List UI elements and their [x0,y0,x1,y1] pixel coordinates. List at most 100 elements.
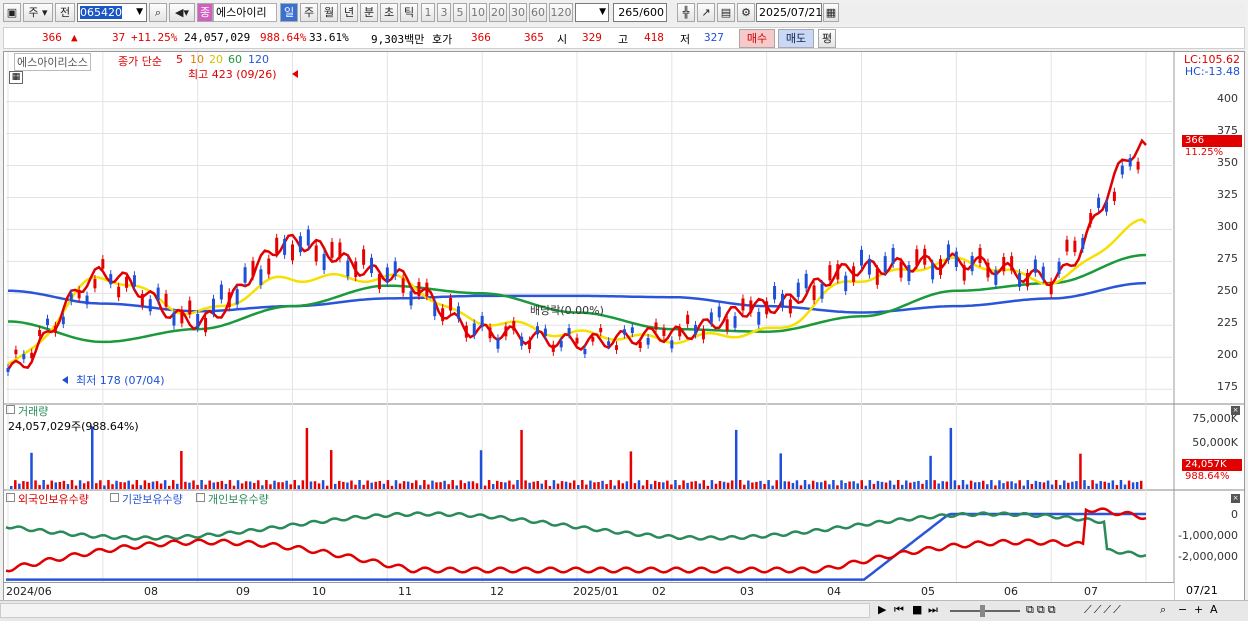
candle-body [417,282,421,296]
volume-bar [520,429,523,489]
foreign-holding-label[interactable]: 외국인보유수량 [18,491,89,507]
candle-body [219,284,223,300]
volume-bar [382,483,386,489]
close-icon[interactable]: × [1231,406,1240,415]
candle-body [322,254,326,271]
candle-body [638,341,642,348]
tick-option[interactable]: 20 [489,3,507,22]
candle-body [227,292,231,308]
candle-body [757,311,761,325]
unit-tick-button[interactable]: 틱 [400,3,418,22]
volume-bar [739,480,742,489]
tick-option[interactable]: 120 [549,3,573,22]
buy-button[interactable]: 매수 [739,29,775,48]
candle-body [409,291,413,306]
volume-bar [228,480,232,489]
tick-option[interactable]: 10 [469,3,487,22]
search-icon[interactable]: ⌕ [149,3,167,22]
draw-tool-icon[interactable]: ↗ [697,3,715,22]
candle-body [583,348,587,355]
tick-option[interactable]: 5 [453,3,467,22]
count-value: 265 [618,6,640,19]
volume-bar [1115,485,1119,489]
volume-bar [253,483,256,489]
zoom-out-icon[interactable]: − [1178,603,1187,616]
scroll-right-icon[interactable]: ▶ [878,603,886,616]
fast-forward-icon[interactable]: ⏭ [928,603,938,617]
candle-body [211,298,215,314]
retail-holding-label[interactable]: 개인보유수량 [208,491,269,507]
count-field[interactable]: 265/600 [613,3,667,22]
candle-icon[interactable]: ╬ [677,3,695,22]
volume-bar [1022,485,1025,489]
candle-body [828,265,832,281]
zoom-in-icon[interactable]: + [1194,603,1203,616]
unit-day-button[interactable]: 일 [280,3,298,22]
code-input[interactable]: 065420 ▼ [77,3,147,22]
grid-toggle-icon[interactable]: ▦ [9,71,23,84]
unit-second-button[interactable]: 초 [380,3,398,22]
zoom-slider-handle[interactable] [980,605,985,617]
font-size-icon[interactable]: A [1210,603,1218,616]
unit-minute-button[interactable]: 분 [360,3,378,22]
volume-bar [937,483,940,489]
inst-holding-label[interactable]: 기관보유수량 [122,491,183,507]
volume-bar [325,485,329,489]
sell-button[interactable]: 매도 [778,29,814,48]
stop-icon[interactable]: ■ [912,603,922,616]
horizontal-scrollbar[interactable] [0,603,870,618]
unit-week-button[interactable]: 주 [300,3,318,22]
tick-option[interactable]: 1 [421,3,435,22]
calendar-icon[interactable]: ▦ [823,3,839,22]
tick-custom-dropdown[interactable]: ▼ [575,3,609,22]
volume-bar [261,485,264,489]
volume-bar [945,481,949,489]
prev-button[interactable]: 전 [55,3,75,22]
rewind-icon[interactable]: ⏮ [894,603,904,617]
volume-bar [860,480,863,489]
volume-bar [1042,482,1046,489]
tick-option[interactable]: 3 [437,3,451,22]
volume-bar [783,481,787,489]
volume-bar [366,480,369,489]
search-icon[interactable]: ⌕ [1160,603,1166,617]
candle-body [820,283,824,299]
volume-bar [362,484,365,489]
gear-icon[interactable]: ⚙ [737,3,755,22]
ask-label: 호가 [432,33,453,46]
volume-bar [1131,482,1135,489]
price-legend-name[interactable]: 에스아이리소스 [14,53,91,71]
candle-body [449,297,453,311]
save-icon[interactable]: ▤ [717,3,735,22]
unit-year-button[interactable]: 년 [340,3,358,22]
chart-area[interactable]: 에스아이리소스 종가 단순 5 10 20 60 120 ▦ 최고 423 (0… [3,51,1245,601]
holding-panel-handle-icon[interactable] [6,493,15,502]
volume-bar [451,480,454,489]
zoom-slider[interactable] [950,610,1020,612]
avg-button[interactable]: 평 [818,29,836,48]
candle-body [164,293,168,307]
chart-svg[interactable] [4,52,1244,600]
volume-panel-handle-icon[interactable] [6,405,15,414]
volume-bar [933,480,936,489]
price-legend-ma[interactable]: 종가 단순 [118,53,162,69]
volume-bar [350,480,353,489]
candle-body [504,326,508,337]
candle-body [1112,191,1116,202]
close-icon[interactable]: × [1231,494,1240,503]
candle-body [496,338,500,349]
volume-title[interactable]: 거래량 [18,403,48,419]
date-input[interactable]: 2025/07/21 [756,3,822,22]
unit-month-button[interactable]: 월 [320,3,338,22]
volume-bar [791,483,795,489]
draw-tools-icon[interactable]: ⟋⟋⟋⟋ [1084,603,1123,617]
period-dropdown[interactable]: 주 ▾ [23,3,53,22]
layout-tools-icon[interactable]: ⧉⧉⧉ [1026,603,1059,617]
candle-body [354,261,358,278]
tick-option[interactable]: 60 [529,3,547,22]
volume-bar [601,480,604,489]
speaker-icon[interactable]: ◀▾ [169,3,195,22]
volume-bar [982,480,985,489]
tick-option[interactable]: 30 [509,3,527,22]
window-menu-icon[interactable]: ▣ [3,3,21,22]
